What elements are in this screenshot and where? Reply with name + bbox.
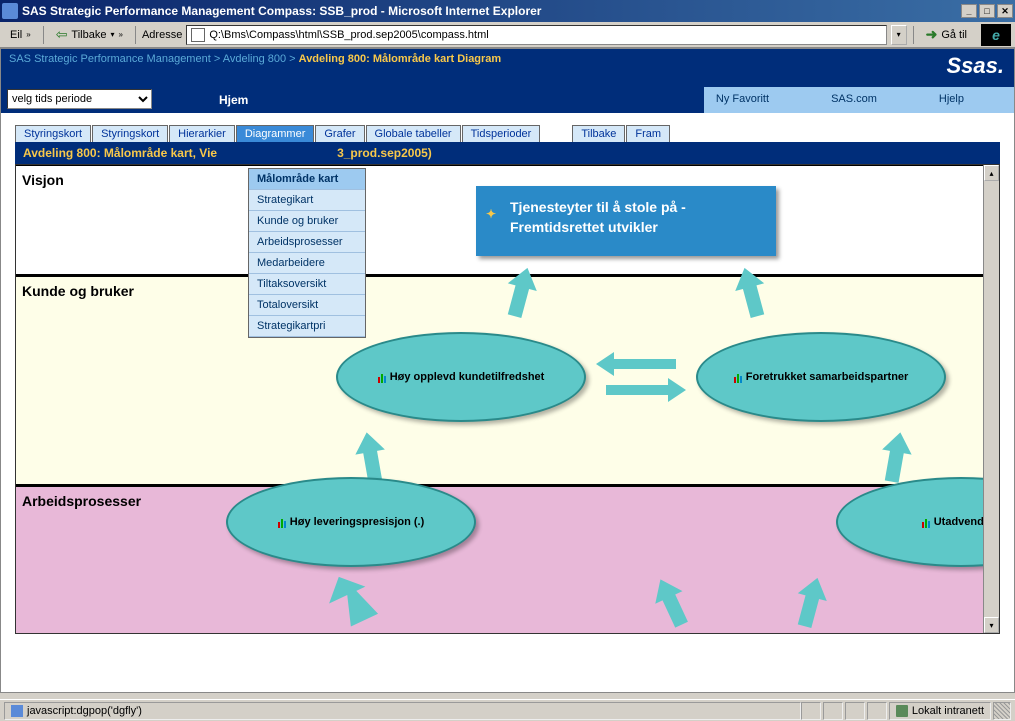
back-label: Tilbake [71, 29, 106, 41]
vertical-scrollbar[interactable]: ▴ ▾ [983, 165, 999, 633]
sas-logo: Ssas. [947, 53, 1005, 79]
window-titlebar: SAS Strategic Performance Management Com… [0, 0, 1015, 22]
arrow-icon [596, 352, 686, 402]
dropdown-item-totaloversikt[interactable]: Totaloversikt [249, 295, 365, 316]
breadcrumb-level1[interactable]: Avdeling 800 [223, 53, 286, 65]
address-dropdown[interactable]: ▾ [891, 25, 907, 45]
status-slot [867, 702, 887, 720]
dropdown-item-strategikart[interactable]: Strategikart [249, 190, 365, 211]
tab-styringskort-1[interactable]: Styringskort [15, 125, 91, 142]
nav-favorite[interactable]: Ny Favoritt [704, 87, 819, 113]
page-content: SAS Strategic Performance Management > A… [0, 48, 1015, 693]
dropdown-item-malomrade[interactable]: Målområde kart [249, 169, 365, 190]
page-icon [11, 705, 23, 717]
tab-nav-forward[interactable]: Fram [626, 125, 670, 142]
tab-globale-tabeller[interactable]: Globale tabeller [366, 125, 461, 142]
dropdown-item-strategikartpri[interactable]: Strategikartpri [249, 316, 365, 337]
scroll-down-button[interactable]: ▾ [984, 617, 999, 633]
tab-styringskort-2[interactable]: Styringskort [92, 125, 168, 142]
status-slot [823, 702, 843, 720]
scroll-up-button[interactable]: ▴ [984, 165, 999, 181]
tab-tidsperioder[interactable]: Tidsperioder [462, 125, 541, 142]
status-zone: Lokalt intranett [889, 702, 991, 720]
breadcrumb: SAS Strategic Performance Management > A… [1, 49, 1014, 87]
vision-line1: Tjenesteyter til å stole på - [510, 198, 756, 218]
status-left: javascript:dgpop('dgfly') [4, 702, 801, 720]
app-icon [2, 3, 18, 19]
resize-grip[interactable] [993, 702, 1011, 720]
address-bar[interactable]: Q:\Bms\Compass\html\SSB_prod.sep2005\com… [186, 25, 886, 45]
tab-diagrammer[interactable]: Diagrammer [236, 125, 315, 142]
go-button[interactable]: ➜Gå til [920, 26, 973, 43]
close-button[interactable]: ✕ [997, 4, 1013, 18]
browser-toolbar: Eil » ⇦ Tilbake ▾ » Adresse Q:\Bms\Compa… [0, 22, 1015, 48]
node-samarbeidspartner[interactable]: Foretrukket samarbeidspartner [696, 332, 946, 422]
vision-box[interactable]: ✦ Tjenesteyter til å stole på - Fremtids… [476, 186, 776, 256]
intranet-icon [896, 705, 908, 717]
dropdown-item-medarbeidere[interactable]: Medarbeidere [249, 253, 365, 274]
arrow-icon [326, 572, 386, 632]
page-icon [191, 28, 205, 42]
tabs: Styringskort Styringskort Hierarkier Dia… [1, 125, 1014, 142]
nav-home[interactable]: Hjem [169, 87, 704, 113]
dropdown-item-kunde[interactable]: Kunde og bruker [249, 211, 365, 232]
tab-nav-back[interactable]: Tilbake [572, 125, 625, 142]
file-menu[interactable]: Eil » [4, 27, 37, 43]
window-title: SAS Strategic Performance Management Com… [22, 4, 961, 18]
file-label: Eil [10, 29, 22, 41]
nav-help[interactable]: Hjelp [927, 87, 1014, 113]
status-text: javascript:dgpop('dgfly') [27, 705, 142, 717]
band-label-arbeid: Arbeidsprosesser [22, 493, 141, 509]
minimize-button[interactable]: _ [961, 4, 977, 18]
go-label: Gå til [941, 29, 967, 41]
nav-sas[interactable]: SAS.com [819, 87, 927, 113]
dropdown-item-arbeidsprosesser[interactable]: Arbeidsprosesser [249, 232, 365, 253]
band-label-kunde: Kunde og bruker [22, 283, 134, 299]
period-select[interactable]: velg tids periode [7, 89, 152, 109]
tab-hierarkier[interactable]: Hierarkier [169, 125, 235, 142]
node-leveringspresisjon[interactable]: Høy leveringspresisjon (.) [226, 477, 476, 567]
vision-line2: Fremtidsrettet utvikler [510, 218, 756, 238]
status-slot [801, 702, 821, 720]
arrow-icon [496, 267, 546, 327]
band-visjon: Visjon ✦ Tjenesteyter til å stole på - F… [16, 165, 999, 275]
band-kunde: Kunde og bruker Høy opplevd kundetilfred… [16, 275, 999, 485]
zone-label: Lokalt intranett [912, 705, 984, 717]
breadcrumb-current: Avdeling 800: Målområde kart Diagram [299, 53, 502, 65]
address-label: Adresse [142, 29, 182, 41]
tab-grafer[interactable]: Grafer [315, 125, 364, 142]
status-bar: javascript:dgpop('dgfly') Lokalt intrane… [0, 699, 1015, 721]
back-button[interactable]: ⇦ Tilbake ▾ » [50, 24, 129, 45]
maximize-button[interactable]: □ [979, 4, 995, 18]
dropdown-item-tiltaksoversikt[interactable]: Tiltaksoversikt [249, 274, 365, 295]
ie-logo: e [981, 24, 1011, 46]
breadcrumb-root[interactable]: SAS Strategic Performance Management [9, 53, 211, 65]
band-arbeid: Arbeidsprosesser Høy leveringspresisjon … [16, 485, 999, 634]
node-utadvendt[interactable]: Utadvendt fa [836, 477, 1000, 567]
main-nav: velg tids periode Hjem Ny Favoritt SAS.c… [1, 87, 1014, 113]
arrow-icon [726, 267, 776, 327]
arrow-icon [646, 577, 696, 634]
diagram-viewport: Visjon ✦ Tjenesteyter til å stole på - F… [15, 164, 1000, 634]
node-kundetilfredshet[interactable]: Høy opplevd kundetilfredshet [336, 332, 586, 422]
star-icon: ✦ [486, 206, 496, 223]
band-label-visjon: Visjon [22, 172, 64, 188]
status-slot [845, 702, 865, 720]
diagrammer-dropdown: Målområde kart Strategikart Kunde og bru… [248, 168, 366, 338]
context-bar: Avdeling 800: Målområde kart, Vie3_prod.… [15, 142, 1000, 164]
arrow-icon [786, 577, 836, 634]
address-value: Q:\Bms\Compass\html\SSB_prod.sep2005\com… [209, 29, 488, 41]
